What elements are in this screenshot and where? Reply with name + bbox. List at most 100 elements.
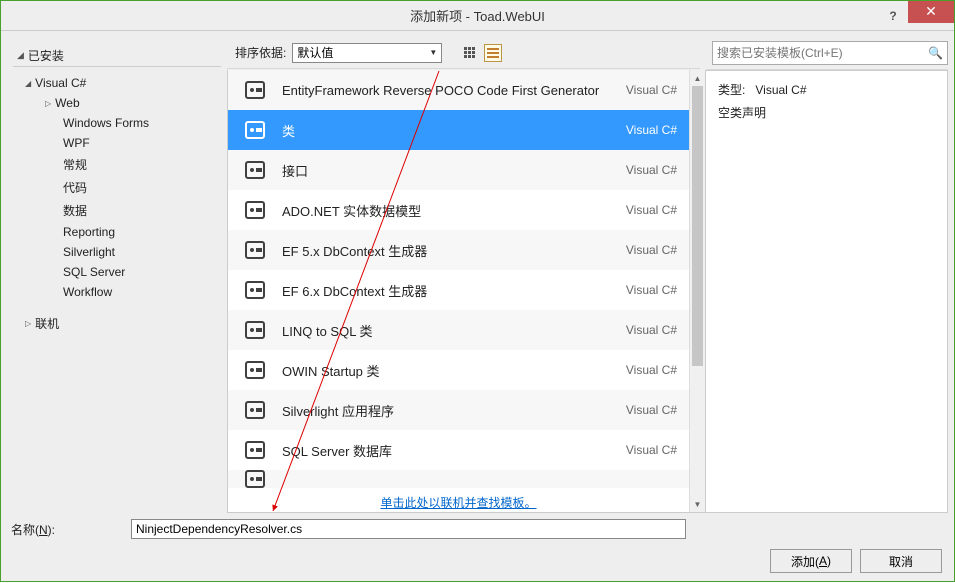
view-list-button[interactable] bbox=[484, 44, 502, 62]
tree-node-label: Web bbox=[55, 96, 79, 110]
list-icon bbox=[487, 48, 499, 58]
vertical-scrollbar[interactable]: ▲ ▼ bbox=[689, 70, 705, 512]
template-item[interactable]: LINQ to SQL 类 Visual C# bbox=[228, 310, 689, 350]
expand-icon: ▷ bbox=[45, 99, 51, 108]
template-name: SQL Server 数据库 bbox=[282, 441, 612, 460]
template-name: OWIN Startup 类 bbox=[282, 361, 612, 380]
online-search-link[interactable]: 单击此处以联机并查找模板。 bbox=[380, 496, 536, 510]
template-name: LINQ to SQL 类 bbox=[282, 321, 612, 340]
tree-node-label: 联机 bbox=[35, 315, 59, 332]
detail-type-value: Visual C# bbox=[755, 83, 806, 97]
name-label: 名称(N): bbox=[11, 521, 121, 538]
tree-section-label: 已安装 bbox=[28, 47, 64, 64]
category-tree: ◢ 已安装 ◢ Visual C# ▷ Web Windows FormsWPF… bbox=[7, 37, 227, 513]
sort-label: 排序依据: bbox=[235, 44, 286, 61]
template-type: Visual C# bbox=[626, 243, 677, 257]
template-name: EntityFramework Reverse POCO Code First … bbox=[282, 83, 612, 98]
template-item[interactable]: EF 6.x DbContext 生成器 Visual C# bbox=[228, 270, 689, 310]
detail-description: 空类声明 bbox=[718, 104, 935, 121]
template-icon bbox=[242, 157, 268, 183]
chevron-down-icon: ▼ bbox=[429, 48, 437, 57]
template-name: ADO.NET 实体数据模型 bbox=[282, 201, 612, 220]
detail-type-label: 类型: bbox=[718, 83, 745, 97]
sort-value: 默认值 bbox=[297, 44, 333, 61]
tree-section-installed[interactable]: ◢ 已安装 bbox=[13, 45, 221, 67]
template-type: Visual C# bbox=[626, 443, 677, 457]
template-icon bbox=[242, 197, 268, 223]
template-type: Visual C# bbox=[626, 203, 677, 217]
template-icon bbox=[242, 77, 268, 103]
main-row: ◢ 已安装 ◢ Visual C# ▷ Web Windows FormsWPF… bbox=[7, 37, 948, 513]
tree-node-item[interactable]: Windows Forms bbox=[13, 113, 221, 133]
template-name: Silverlight 应用程序 bbox=[282, 401, 612, 420]
add-button[interactable]: 添加(A) bbox=[770, 549, 852, 573]
tree-node-item[interactable]: Reporting bbox=[13, 222, 221, 242]
dialog-content: ◢ 已安装 ◢ Visual C# ▷ Web Windows FormsWPF… bbox=[1, 31, 954, 581]
template-icon bbox=[242, 437, 268, 463]
tree-node-web[interactable]: ▷ Web bbox=[13, 93, 221, 113]
template-icon bbox=[242, 357, 268, 383]
name-row: 名称(N): bbox=[7, 513, 948, 539]
template-name: 接口 bbox=[282, 161, 612, 180]
template-type: Visual C# bbox=[626, 363, 677, 377]
template-item[interactable]: EF 5.x DbContext 生成器 Visual C# bbox=[228, 230, 689, 270]
name-input[interactable] bbox=[131, 519, 686, 539]
online-search-link-row: 单击此处以联机并查找模板。 bbox=[228, 488, 689, 512]
tree-node-item[interactable]: WPF bbox=[13, 133, 221, 153]
scroll-thumb[interactable] bbox=[692, 86, 703, 366]
tree-node-item[interactable]: Workflow bbox=[13, 282, 221, 302]
template-item[interactable]: EntityFramework Reverse POCO Code First … bbox=[228, 70, 689, 110]
titlebar: 添加新项 - Toad.WebUI ? ✕ bbox=[1, 1, 954, 31]
tree-node-item[interactable]: 数据 bbox=[13, 199, 221, 222]
template-type: Visual C# bbox=[626, 403, 677, 417]
sort-dropdown[interactable]: 默认值 ▼ bbox=[292, 43, 442, 63]
scroll-down-icon[interactable]: ▼ bbox=[690, 496, 705, 512]
template-icon bbox=[242, 117, 268, 143]
help-button[interactable]: ? bbox=[878, 5, 908, 27]
template-type: Visual C# bbox=[626, 283, 677, 297]
expand-icon: ▷ bbox=[25, 319, 31, 328]
cancel-button[interactable]: 取消 bbox=[860, 549, 942, 573]
dialog-window: 添加新项 - Toad.WebUI ? ✕ ◢ 已安装 ◢ Visual C# bbox=[0, 0, 955, 582]
template-type: Visual C# bbox=[626, 323, 677, 337]
tree-node-item[interactable]: 常规 bbox=[13, 153, 221, 176]
details-pane: 类型: Visual C# 空类声明 bbox=[706, 70, 948, 513]
template-item[interactable]: 接口 Visual C# bbox=[228, 150, 689, 190]
template-item[interactable]: SQL Server 数据库 Visual C# bbox=[228, 430, 689, 470]
template-type: Visual C# bbox=[626, 83, 677, 97]
template-icon bbox=[242, 277, 268, 303]
collapse-icon: ◢ bbox=[25, 79, 31, 88]
tree-node-item[interactable]: SQL Server bbox=[13, 262, 221, 282]
grid-icon bbox=[464, 47, 475, 58]
template-type: Visual C# bbox=[626, 163, 677, 177]
tree-node-label: Visual C# bbox=[35, 76, 86, 90]
tree-node-visual-csharp[interactable]: ◢ Visual C# bbox=[13, 73, 221, 93]
close-button[interactable]: ✕ bbox=[908, 1, 954, 23]
template-list-pane: EntityFramework Reverse POCO Code First … bbox=[227, 70, 706, 513]
scroll-up-icon[interactable]: ▲ bbox=[690, 70, 705, 86]
toolbar: 排序依据: 默认值 ▼ bbox=[227, 37, 700, 69]
template-item[interactable] bbox=[228, 470, 689, 488]
tree-node-online[interactable]: ▷ 联机 bbox=[13, 312, 221, 335]
template-icon bbox=[242, 470, 268, 488]
tree-node-item[interactable]: 代码 bbox=[13, 176, 221, 199]
template-name: EF 5.x DbContext 生成器 bbox=[282, 241, 612, 260]
search-area: 🔍 bbox=[706, 37, 948, 70]
search-box[interactable]: 🔍 bbox=[712, 41, 948, 65]
collapse-icon: ◢ bbox=[17, 50, 24, 61]
template-icon bbox=[242, 317, 268, 343]
search-input[interactable] bbox=[717, 46, 928, 60]
window-title: 添加新项 - Toad.WebUI bbox=[77, 6, 878, 25]
template-item[interactable]: OWIN Startup 类 Visual C# bbox=[228, 350, 689, 390]
template-icon bbox=[242, 397, 268, 423]
template-item[interactable]: ADO.NET 实体数据模型 Visual C# bbox=[228, 190, 689, 230]
template-icon bbox=[242, 237, 268, 263]
template-type: Visual C# bbox=[626, 123, 677, 137]
template-name: EF 6.x DbContext 生成器 bbox=[282, 281, 612, 300]
view-grid-button[interactable] bbox=[460, 44, 478, 62]
tree-node-item[interactable]: Silverlight bbox=[13, 242, 221, 262]
template-name: 类 bbox=[282, 121, 612, 140]
template-item[interactable]: Silverlight 应用程序 Visual C# bbox=[228, 390, 689, 430]
search-icon: 🔍 bbox=[928, 46, 943, 60]
template-item[interactable]: 类 Visual C# bbox=[228, 110, 689, 150]
